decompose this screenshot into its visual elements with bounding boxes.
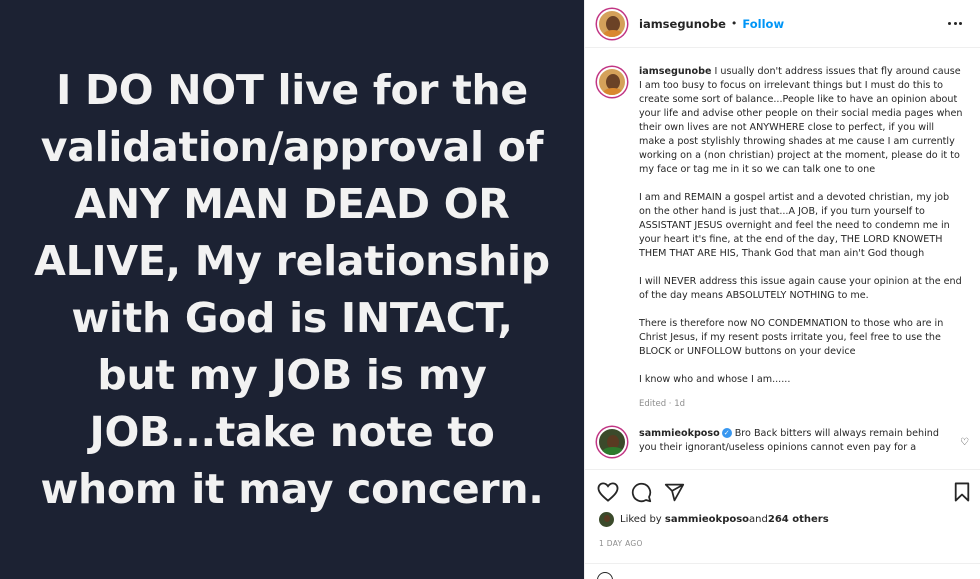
heart-icon[interactable] — [597, 482, 619, 502]
likes-prefix: Liked by — [620, 514, 662, 525]
separator-dot: • — [730, 17, 738, 30]
share-icon[interactable] — [664, 482, 685, 503]
action-bar — [585, 469, 980, 514]
emoji-icon[interactable] — [597, 572, 613, 579]
liker-username[interactable]: sammieokposo — [665, 514, 749, 525]
more-horizontal-icon[interactable] — [944, 18, 966, 29]
comments-section[interactable]: iamsegunobe I usually don't address issu… — [585, 49, 980, 469]
author-username[interactable]: iamsegunobe — [639, 17, 726, 31]
add-comment-bar — [585, 563, 980, 579]
comment: sammieokposo ✓ Bro Back bitters will alway… — [597, 427, 971, 457]
caption-paragraph: I know who and whose I am...... — [639, 374, 791, 385]
author-avatar[interactable] — [597, 8, 627, 39]
post-image[interactable]: I DO NOT live for the validation/approva… — [0, 0, 584, 579]
comment-icon[interactable] — [631, 482, 652, 503]
caption-username[interactable]: iamsegunobe — [639, 66, 711, 77]
commenter-avatar[interactable] — [597, 427, 627, 457]
caption-body: iamsegunobe I usually don't address issu… — [639, 65, 963, 411]
likes-others-count[interactable]: 264 others — [768, 514, 829, 525]
comment-like-heart-icon[interactable]: ♡ — [960, 437, 969, 448]
caption: iamsegunobe I usually don't address issu… — [597, 65, 971, 411]
follow-button[interactable]: Follow — [742, 17, 784, 31]
caption-paragraph: I am and REMAIN a gospel artist and a de… — [639, 192, 950, 259]
verified-icon: ✓ — [721, 428, 732, 438]
caption-meta: Edited · 1d — [639, 399, 685, 409]
likes-and: and — [749, 514, 768, 525]
liker-avatar — [599, 512, 614, 527]
caption-paragraph: I will NEVER address this issue again ca… — [639, 276, 962, 301]
post-image-text: I DO NOT live for the validation/approva… — [34, 65, 550, 513]
commenter-username[interactable]: sammieokposo — [639, 428, 720, 439]
caption-avatar[interactable] — [597, 67, 627, 97]
caption-paragraph: iamsegunobe I usually don't address issu… — [639, 66, 963, 175]
post-header: iamsegunobe • Follow — [585, 0, 980, 48]
bookmark-icon[interactable] — [953, 482, 971, 502]
post-side-panel: iamsegunobe • Follow iamsegunobe I usual… — [584, 0, 980, 579]
caption-paragraph: There is therefore now NO CONDEMNATION t… — [639, 318, 944, 357]
post-timestamp: 1 DAY AGO — [599, 539, 643, 548]
likes-summary[interactable]: Liked by sammieokposo and 264 others — [599, 512, 829, 527]
comment-body: sammieokposo ✓ Bro Back bitters will alway… — [639, 427, 949, 457]
